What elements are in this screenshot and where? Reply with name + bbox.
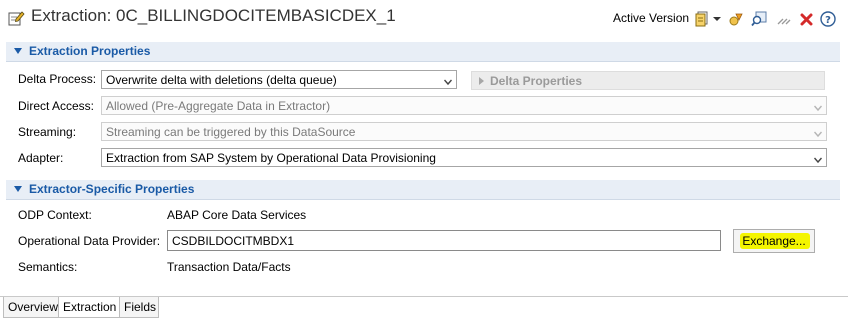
tab-label: Fields <box>124 300 157 314</box>
close-red-icon[interactable] <box>798 11 814 27</box>
active-version-label: Active Version <box>613 11 690 25</box>
streaming-label: Streaming: <box>18 125 77 139</box>
extractor-specific-properties-header[interactable]: Extractor-Specific Properties <box>6 180 840 200</box>
where-used-icon[interactable] <box>751 11 767 27</box>
expand-triangle-icon[interactable] <box>14 48 22 54</box>
chevron-down-icon <box>813 101 823 112</box>
exchange-button-label: Exchange... <box>742 234 806 248</box>
collapsed-triangle-icon <box>479 77 484 85</box>
semantics-label: Semantics: <box>18 260 78 274</box>
activate-icon[interactable] <box>728 11 744 27</box>
adapter-value: Extraction from SAP System by Operationa… <box>106 151 436 165</box>
semantics-value: Transaction Data/Facts <box>167 260 291 274</box>
chevron-down-icon <box>813 127 823 138</box>
editor-title-bar: Extraction: 0C_BILLINGDOCITEMBASICDEX_1 … <box>0 0 848 38</box>
adapter-label: Adapter: <box>18 151 64 165</box>
streaming-select: Streaming can be triggered by this DataS… <box>101 122 827 141</box>
direct-access-label: Direct Access: <box>18 99 95 113</box>
delta-process-label: Delta Process: <box>18 72 97 86</box>
version-dropdown-icon[interactable] <box>694 11 710 27</box>
expand-triangle-icon[interactable] <box>14 186 22 192</box>
odp-provider-label: Operational Data Provider: <box>18 234 161 248</box>
tab-extraction[interactable]: Extraction <box>58 297 120 318</box>
adapter-select[interactable]: Extraction from SAP System by Operationa… <box>101 148 827 167</box>
datasource-edit-icon <box>7 9 25 27</box>
direct-access-select: Allowed (Pre-Aggregate Data in Extractor… <box>101 96 827 115</box>
odp-provider-input[interactable]: CSDBILDOCITMBDX1 <box>167 230 721 251</box>
odp-context-label: ODP Context: <box>18 208 92 222</box>
odp-context-value: ABAP Core Data Services <box>167 208 307 222</box>
editor-title: Extraction: 0C_BILLINGDOCITEMBASICDEX_1 <box>31 6 396 25</box>
delta-properties-label: Delta Properties <box>490 74 583 88</box>
chevron-down-icon[interactable] <box>712 11 722 27</box>
delta-process-select[interactable]: Overwrite delta with deletions (delta qu… <box>101 70 457 89</box>
svg-text:?: ? <box>825 15 831 26</box>
extraction-properties-header[interactable]: Extraction Properties <box>6 42 840 62</box>
section-title: Extractor-Specific Properties <box>29 182 195 196</box>
tab-overview[interactable]: Overview <box>3 297 59 318</box>
tab-label: Extraction <box>63 300 117 314</box>
delta-process-value: Overwrite delta with deletions (delta qu… <box>106 73 337 87</box>
section-title: Extraction Properties <box>29 44 151 58</box>
help-icon[interactable]: ? <box>820 11 836 27</box>
odp-provider-value: CSDBILDOCITMBDX1 <box>172 234 295 248</box>
exchange-button[interactable]: Exchange... <box>733 229 815 253</box>
delta-properties-section: Delta Properties <box>471 71 825 90</box>
tab-fields[interactable]: Fields <box>119 297 159 318</box>
streaming-value: Streaming can be triggered by this DataS… <box>106 125 356 139</box>
direct-access-value: Allowed (Pre-Aggregate Data in Extractor… <box>106 99 331 113</box>
collapse-icon[interactable] <box>776 11 792 27</box>
chevron-down-icon <box>813 153 823 164</box>
tab-label: Overview <box>8 300 59 314</box>
chevron-down-icon <box>443 75 453 86</box>
